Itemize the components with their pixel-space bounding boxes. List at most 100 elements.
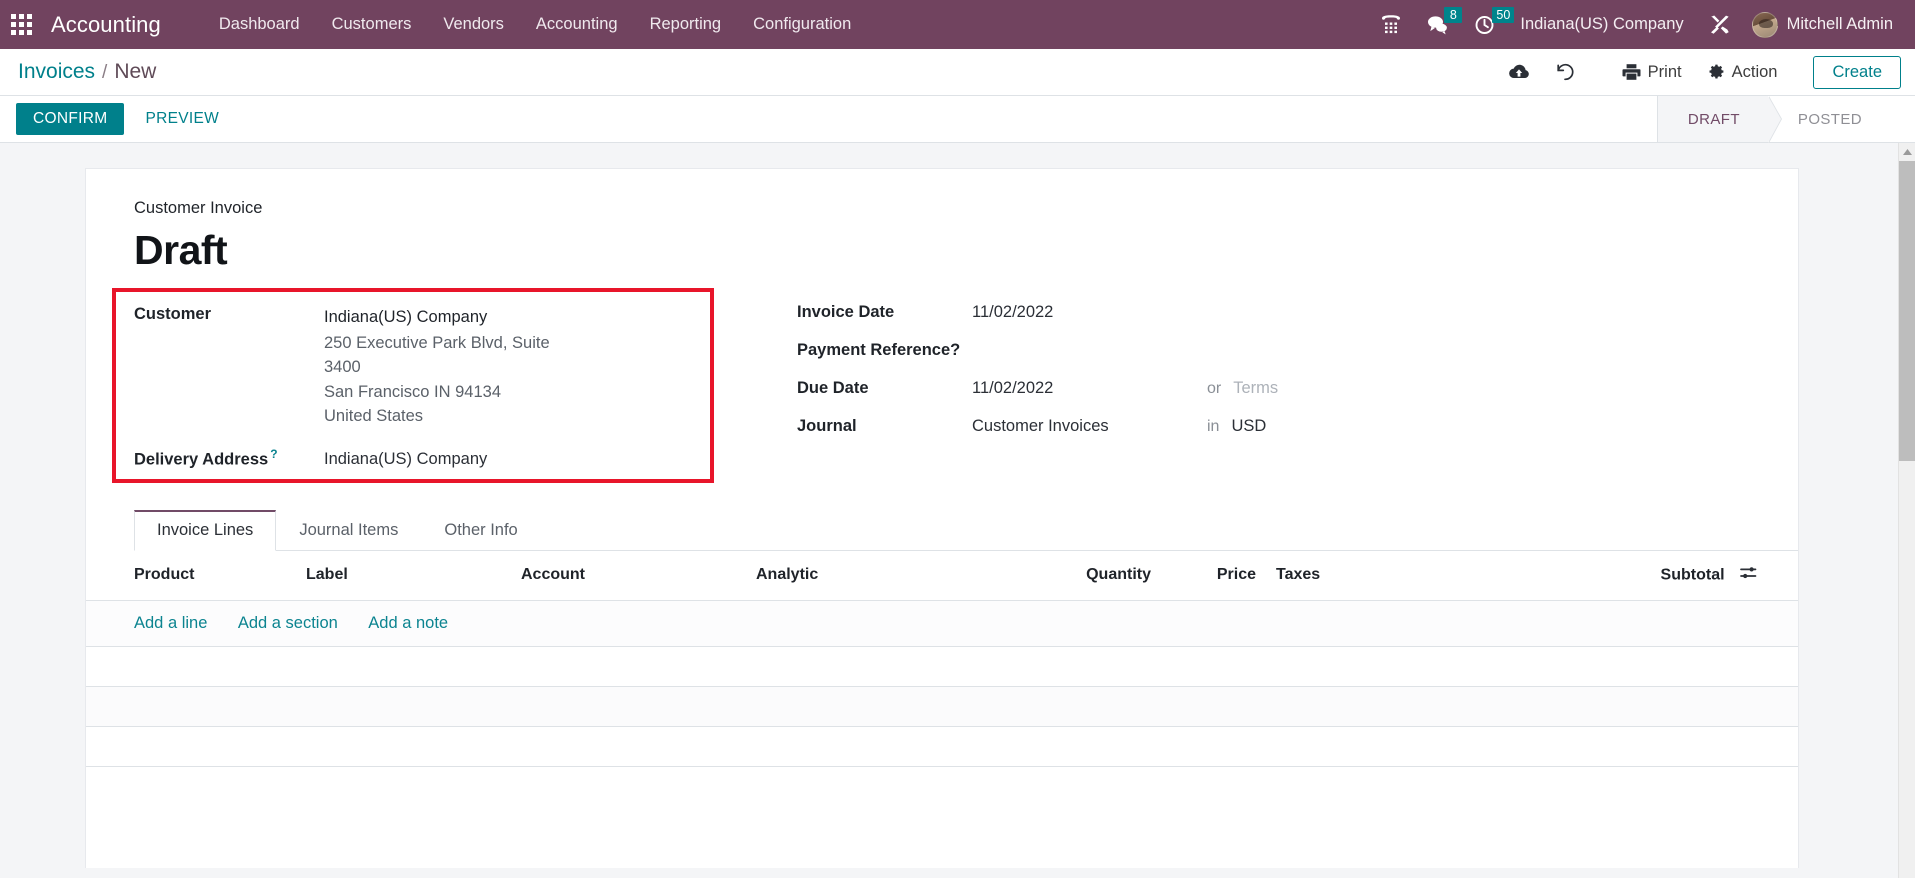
scrollbar-thumb[interactable] — [1899, 161, 1915, 461]
field-payment-reference: Payment Reference? — [797, 341, 1750, 360]
vertical-scrollbar[interactable] — [1898, 143, 1915, 878]
column-header-analytic[interactable]: Analytic — [746, 550, 1011, 601]
menu-item-vendors[interactable]: Vendors — [427, 0, 520, 49]
journal-input[interactable]: Customer Invoices — [972, 417, 1207, 436]
delivery-address-label-text: Delivery Address — [134, 450, 269, 469]
delivery-address-input[interactable]: Indiana(US) Company — [324, 442, 487, 471]
column-header-subtotal-text: Subtotal — [1660, 566, 1725, 584]
company-switcher[interactable]: Indiana(US) Company — [1508, 15, 1695, 34]
control-panel-actions: Print Action Create — [1498, 55, 1901, 89]
apps-grid-icon[interactable] — [11, 13, 33, 36]
journal-label: Journal — [797, 417, 857, 436]
scroll-up-arrow-icon[interactable] — [1899, 143, 1915, 160]
invoice-date-input[interactable]: 11/02/2022 — [972, 303, 1207, 322]
activities-badge: 50 — [1492, 7, 1515, 23]
field-delivery-address: Delivery Address? Indiana(US) Company — [134, 442, 734, 471]
column-header-product[interactable]: Product — [86, 550, 296, 601]
customer-value-group: Indiana(US) Company 250 Executive Park B… — [324, 300, 579, 428]
menu-item-reporting[interactable]: Reporting — [634, 0, 738, 49]
menu-item-customers[interactable]: Customers — [316, 0, 428, 49]
tools-wrench-icon[interactable] — [1696, 0, 1744, 49]
table-row — [86, 726, 1798, 767]
breadcrumb-separator: / — [102, 62, 108, 83]
workflow-buttons: CONFIRM PREVIEW — [0, 96, 236, 142]
column-header-quantity[interactable]: Quantity — [1011, 550, 1161, 601]
action-button[interactable]: Action — [1696, 58, 1788, 87]
form-subtitle: Customer Invoice — [134, 199, 263, 217]
phone-dialpad-icon[interactable] — [1368, 0, 1414, 49]
payment-reference-label-text: Payment Reference — [797, 341, 951, 360]
breadcrumb-item-current: New — [114, 60, 157, 83]
form-sheet: Customer Invoice Draft Customer Indiana(… — [85, 168, 1799, 868]
delivery-address-label: Delivery Address? — [134, 442, 324, 470]
add-a-section-link[interactable]: Add a section — [238, 614, 338, 632]
due-date-input[interactable]: 11/02/2022 — [972, 379, 1207, 398]
payment-reference-help-icon[interactable]: ? — [950, 341, 960, 359]
invoice-lines-table: Product Label Account Analytic Quantity … — [86, 550, 1798, 767]
confirm-button[interactable]: CONFIRM — [16, 103, 125, 135]
field-invoice-date: Invoice Date 11/02/2022 — [797, 303, 1750, 322]
breadcrumb-item-invoices[interactable]: Invoices — [18, 60, 95, 84]
column-header-taxes[interactable]: Taxes — [1266, 550, 1506, 601]
delivery-address-help-icon[interactable]: ? — [270, 447, 277, 461]
table-row — [86, 646, 1798, 687]
content-area: Customer Invoice Draft Customer Indiana(… — [0, 143, 1915, 878]
field-due-date: Due Date 11/02/2022 or Terms — [797, 379, 1750, 398]
control-panel-statusbar: CONFIRM PREVIEW DRAFT POSTED — [0, 96, 1915, 143]
invoice-date-label: Invoice Date — [797, 303, 895, 322]
tab-invoice-lines[interactable]: Invoice Lines — [134, 509, 277, 551]
menu-item-dashboard[interactable]: Dashboard — [203, 0, 316, 49]
column-header-subtotal[interactable]: Subtotal — [1506, 550, 1798, 601]
tab-journal-items[interactable]: Journal Items — [276, 510, 421, 551]
due-date-conjunction: or — [1207, 380, 1222, 398]
payment-terms-input[interactable]: Terms — [1233, 379, 1278, 398]
control-panel-top: Invoices / New Print Action Create — [0, 49, 1915, 96]
table-row — [86, 686, 1798, 727]
status-stage-posted[interactable]: POSTED — [1767, 96, 1890, 142]
payment-reference-label: Payment Reference? — [797, 341, 972, 360]
discard-undo-icon[interactable] — [1544, 57, 1586, 87]
cloud-upload-icon[interactable] — [1498, 57, 1540, 87]
customer-label: Customer — [134, 305, 212, 324]
add-a-line-link[interactable]: Add a line — [134, 614, 207, 632]
address-line-1: 250 Executive Park Blvd, Suite 3400 — [324, 333, 550, 377]
activities-menu[interactable]: 50 — [1462, 0, 1515, 49]
systray: 8 50 Indiana(US) Company Mitchell Admin — [1368, 0, 1915, 49]
app-brand-accounting[interactable]: Accounting — [43, 12, 169, 38]
tab-other-info[interactable]: Other Info — [421, 510, 540, 551]
customer-address: 250 Executive Park Blvd, Suite 3400 San … — [324, 331, 579, 429]
status-stages: DRAFT POSTED — [1656, 96, 1890, 143]
currency-conjunction: in — [1207, 418, 1220, 436]
column-header-price[interactable]: Price — [1161, 550, 1266, 601]
avatar — [1751, 11, 1778, 38]
print-button[interactable]: Print — [1612, 58, 1692, 87]
add-row: Add a line Add a section Add a note — [86, 600, 1798, 647]
messages-badge: 8 — [1444, 7, 1463, 23]
sliders-toggle-icon[interactable] — [1739, 565, 1758, 586]
top-navbar: Accounting Dashboard Customers Vendors A… — [0, 0, 1915, 49]
print-label: Print — [1647, 62, 1682, 81]
menu-item-accounting[interactable]: Accounting — [520, 0, 634, 49]
field-customer: Customer Indiana(US) Company 250 Executi… — [134, 300, 734, 428]
add-a-note-link[interactable]: Add a note — [368, 614, 448, 632]
column-header-label[interactable]: Label — [296, 550, 511, 601]
form-right-column: Invoice Date 11/02/2022 Payment Referenc… — [734, 300, 1750, 473]
currency-input[interactable]: USD — [1231, 417, 1266, 436]
action-label: Action — [1731, 62, 1778, 81]
column-header-account[interactable]: Account — [511, 550, 746, 601]
preview-button[interactable]: PREVIEW — [128, 103, 236, 135]
create-button[interactable]: Create — [1813, 55, 1901, 89]
messages-menu[interactable]: 8 — [1414, 0, 1463, 49]
due-date-label: Due Date — [797, 379, 869, 398]
status-stage-draft[interactable]: DRAFT — [1657, 96, 1782, 143]
main-menu: Dashboard Customers Vendors Accounting R… — [203, 0, 867, 49]
customer-input[interactable]: Indiana(US) Company — [324, 305, 579, 329]
address-line-2: San Francisco IN 94134 — [324, 382, 502, 401]
breadcrumb: Invoices / New — [18, 60, 156, 84]
form-fields: Customer Indiana(US) Company 250 Executi… — [112, 288, 1750, 484]
form-header: Customer Invoice Draft Customer Indiana(… — [86, 199, 1798, 484]
user-menu[interactable]: Mitchell Admin — [1744, 0, 1907, 49]
page-title: Draft — [134, 227, 228, 273]
menu-item-configuration[interactable]: Configuration — [737, 0, 867, 49]
form-left-column: Customer Indiana(US) Company 250 Executi… — [112, 288, 734, 484]
